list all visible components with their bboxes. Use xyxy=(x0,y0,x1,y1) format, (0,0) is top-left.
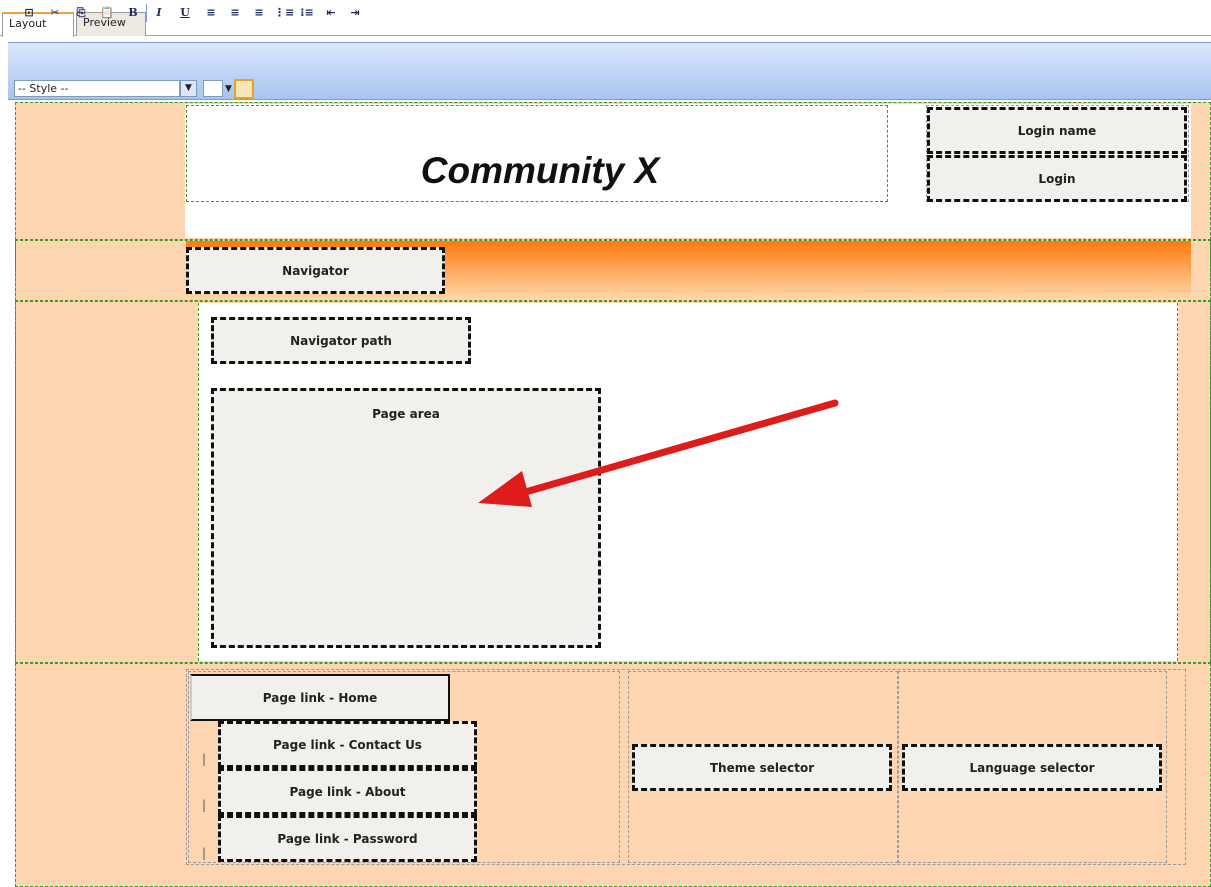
page-link-password[interactable]: Page link - Password xyxy=(218,815,477,862)
align-right-icon[interactable]: ≡ xyxy=(250,4,268,22)
ordered-list-icon[interactable]: ⋮≡ xyxy=(274,4,294,22)
page-link-home[interactable]: Page link - Home xyxy=(190,674,450,721)
align-center-icon[interactable]: ≡ xyxy=(226,4,244,22)
chevron-down-icon[interactable]: ▼ xyxy=(180,80,197,97)
paste-icon[interactable]: 📋 xyxy=(98,4,116,22)
red-arrow-icon xyxy=(478,399,839,507)
navigator-path-webpart[interactable]: Navigator path xyxy=(211,317,471,364)
login-name-webpart[interactable]: Login name xyxy=(927,107,1187,154)
toolbar-separator xyxy=(146,4,147,22)
cut-icon[interactable]: ✂ xyxy=(46,4,64,22)
source-icon[interactable]: ⊡ xyxy=(20,4,38,22)
italic-button[interactable]: I xyxy=(150,4,168,22)
style-select[interactable]: -- Style -- xyxy=(14,80,180,97)
bold-button[interactable]: B xyxy=(124,4,142,22)
table-dropdown-icon[interactable]: ▼ xyxy=(225,84,232,94)
page-title: Community X xyxy=(420,150,660,191)
navigator-webpart[interactable]: Navigator xyxy=(186,247,445,294)
outdent-icon[interactable]: ⇤ xyxy=(322,4,340,22)
language-selector-webpart[interactable]: Language selector xyxy=(902,744,1162,791)
link-separator: | xyxy=(202,798,207,812)
indent-icon[interactable]: ⇥ xyxy=(346,4,364,22)
page-link-about[interactable]: Page link - About xyxy=(218,768,477,815)
login-webpart[interactable]: Login xyxy=(927,155,1187,202)
page-link-contact-us[interactable]: Page link - Contact Us xyxy=(218,721,477,768)
unordered-list-icon[interactable]: ⁝≡ xyxy=(298,4,316,22)
theme-selector-webpart[interactable]: Theme selector xyxy=(632,744,892,791)
webpart-toggle-icon[interactable] xyxy=(234,79,254,99)
table-icon[interactable] xyxy=(203,80,223,97)
align-left-icon[interactable]: ≡ xyxy=(202,4,220,22)
link-separator: | xyxy=(202,752,207,766)
copy-icon[interactable]: ⎘ xyxy=(72,4,90,22)
underline-button[interactable]: U xyxy=(176,4,194,22)
link-separator: | xyxy=(202,846,207,860)
